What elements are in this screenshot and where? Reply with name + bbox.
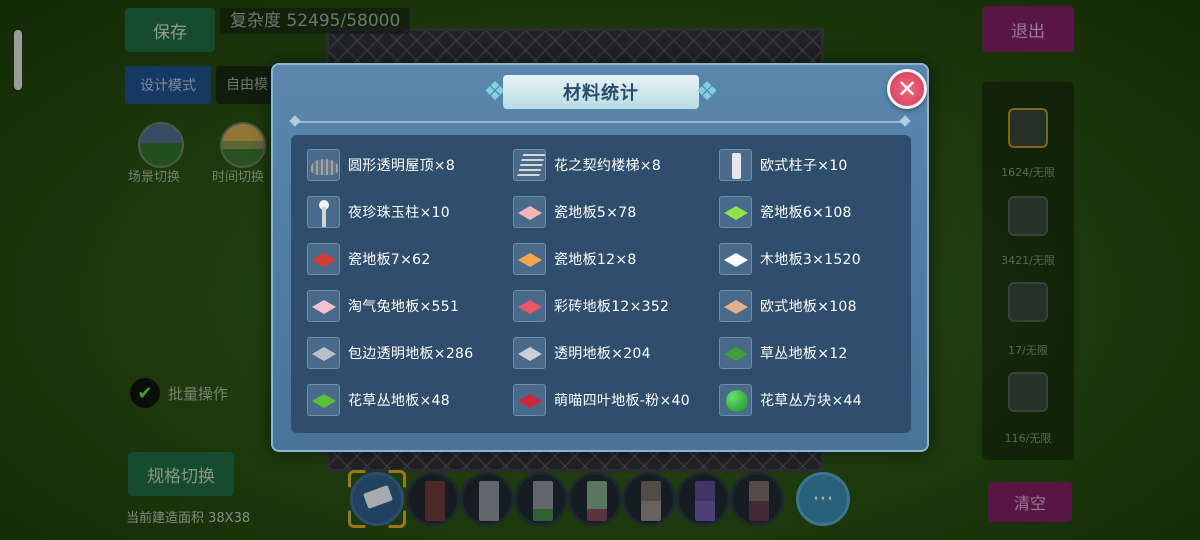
material-item: 瓷地板12×8 [513,243,637,275]
material-label: 草丛地板×12 [760,346,848,362]
floor-tile-icon [724,300,748,314]
material-item: 草丛地板×12 [719,337,848,369]
material-thumbnail [513,337,546,369]
material-label: 瓷地板7×62 [348,252,431,268]
material-thumbnail [307,337,340,369]
floor-tile-icon [518,347,542,361]
material-label: 淘气兔地板×551 [348,299,460,315]
stairs-icon [516,154,545,178]
material-item: 花之契约楼梯×8 [513,149,661,181]
dome-roof-icon [311,159,338,175]
material-thumbnail [719,384,752,416]
material-item: 彩砖地板12×352 [513,290,669,322]
material-thumbnail [307,149,340,181]
material-item: 淘气兔地板×551 [307,290,459,322]
material-thumbnail [719,290,752,322]
material-label: 透明地板×204 [554,346,651,362]
material-thumbnail [307,243,340,275]
material-item: 欧式柱子×10 [719,149,848,181]
floor-tile-icon [312,347,336,361]
pillar-icon [322,207,326,227]
material-item: 夜珍珠玉柱×10 [307,196,450,228]
material-item: 瓷地板5×78 [513,196,637,228]
floor-tile-icon [312,253,336,267]
material-label: 夜珍珠玉柱×10 [348,205,450,221]
material-label: 瓷地板12×8 [554,252,637,268]
floor-tile-icon [312,300,336,314]
material-thumbnail [307,384,340,416]
material-label: 彩砖地板12×352 [554,299,670,315]
material-thumbnail [513,290,546,322]
dialog-title: 材料统计 [503,75,699,109]
close-button[interactable]: ✕ [887,69,927,109]
material-label: 花草丛方块×44 [760,393,862,409]
material-label: 圆形透明屋顶×8 [348,158,456,174]
material-label: 欧式地板×108 [760,299,857,315]
material-item: 木地板3×1520 [719,243,861,275]
divider [295,121,905,123]
floor-tile-icon [518,300,542,314]
floor-tile-icon [312,394,336,408]
material-item: 花草丛地板×48 [307,384,450,416]
material-thumbnail [719,337,752,369]
material-thumbnail [307,290,340,322]
material-item: 花草丛方块×44 [719,384,862,416]
material-label: 欧式柱子×10 [760,158,848,174]
material-thumbnail [513,384,546,416]
material-item: 透明地板×204 [513,337,651,369]
floor-tile-icon [518,253,542,267]
floor-tile-icon [518,394,542,408]
material-label: 花草丛地板×48 [348,393,450,409]
floor-tile-icon [724,347,748,361]
material-stats-dialog: ❖ 材料统计 ❖ ✕ 圆形透明屋顶×8 花之契约楼梯×8 欧式柱子×10 夜珍珠玉柱×… [271,63,929,452]
material-list: 圆形透明屋顶×8 花之契约楼梯×8 欧式柱子×10 夜珍珠玉柱×10 瓷地板5×78 瓷地… [291,135,911,433]
column-icon [732,153,741,179]
floor-tile-icon [724,253,748,267]
material-item: 瓷地板6×108 [719,196,852,228]
material-item: 包边透明地板×286 [307,337,473,369]
material-label: 木地板3×1520 [760,252,861,268]
material-thumbnail [719,196,752,228]
material-thumbnail [513,243,546,275]
ornament-icon: ❖ [695,77,719,107]
material-label: 萌喵四叶地板-粉×40 [554,393,690,409]
bush-block-icon [726,390,748,412]
material-label: 包边透明地板×286 [348,346,474,362]
material-item: 欧式地板×108 [719,290,857,322]
floor-tile-icon [724,206,748,220]
material-item: 萌喵四叶地板-粉×40 [513,384,690,416]
material-thumbnail [513,196,546,228]
material-item: 圆形透明屋顶×8 [307,149,455,181]
material-item: 瓷地板7×62 [307,243,431,275]
material-label: 瓷地板5×78 [554,205,637,221]
material-label: 花之契约楼梯×8 [554,158,662,174]
material-thumbnail [719,243,752,275]
material-thumbnail [513,149,546,181]
material-thumbnail [719,149,752,181]
material-thumbnail [307,196,340,228]
floor-tile-icon [518,206,542,220]
material-label: 瓷地板6×108 [760,205,852,221]
close-icon: ✕ [896,75,918,103]
